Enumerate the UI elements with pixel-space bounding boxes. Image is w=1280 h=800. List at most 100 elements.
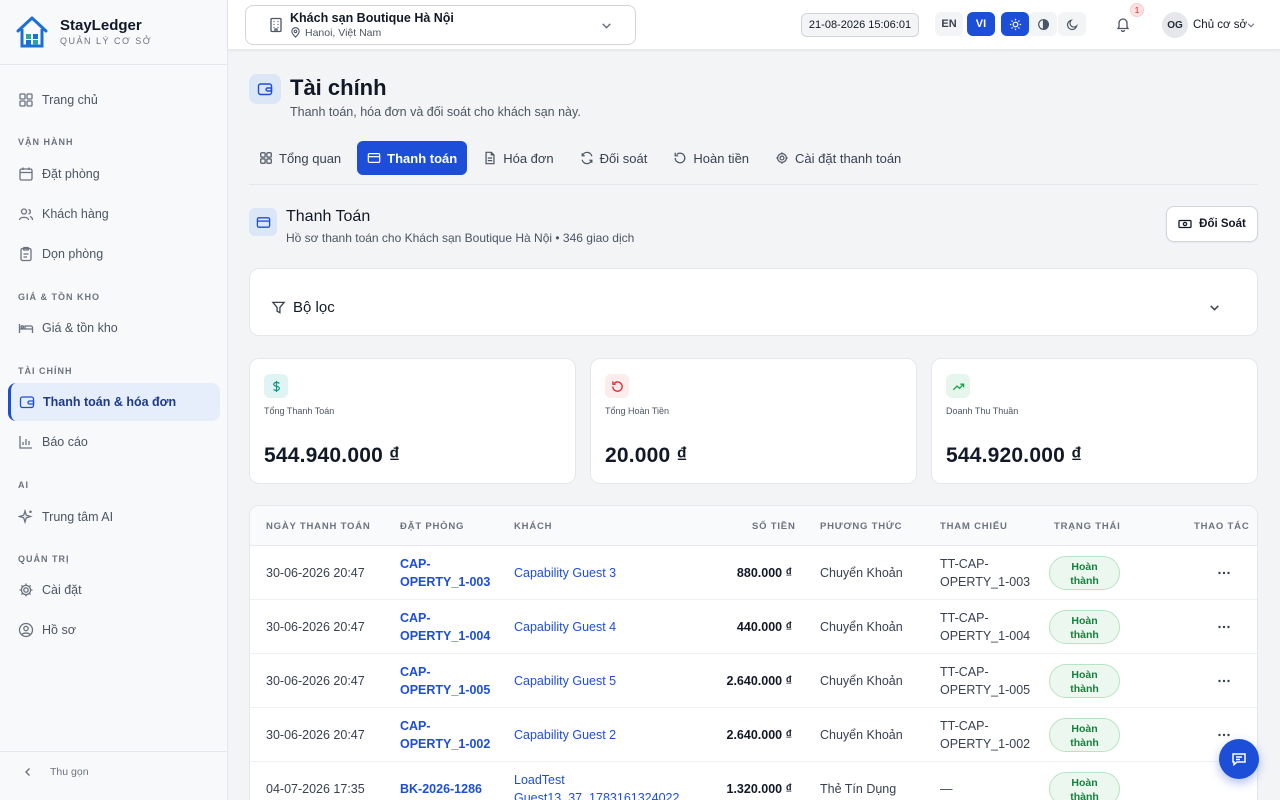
- tab-label: Cài đặt thanh toán: [795, 150, 902, 166]
- theme-light-button[interactable]: [1001, 12, 1029, 36]
- status-badge: Hoàn thành: [1049, 718, 1120, 752]
- table-row[interactable]: 30-06-2026 20:47 CAP- OPERTY_1-004 Capabi…: [250, 600, 1257, 654]
- bell-icon[interactable]: [1115, 16, 1131, 32]
- file-text-icon: [485, 151, 495, 165]
- tab-invoices[interactable]: Hóa đơn: [473, 141, 563, 175]
- guest-link[interactable]: Capability Guest 4: [514, 618, 616, 636]
- reference-line: OPERTY_1-003: [940, 575, 1031, 589]
- more-horizontal-icon[interactable]: [1217, 566, 1231, 580]
- table-row[interactable]: 30-06-2026 20:47 CAP- OPERTY_1-002 Capabi…: [250, 708, 1257, 762]
- section-subtitle: Hồ sơ thanh toán cho Khách sạn Boutique …: [286, 231, 635, 245]
- sidebar-item-label: Hồ sơ: [42, 623, 76, 637]
- sidebar-item-reports[interactable]: Báo cáo: [8, 423, 220, 461]
- booking-link[interactable]: BK-2026-1286: [400, 780, 482, 798]
- sidebar-item-settings[interactable]: Cài đặt: [8, 571, 220, 609]
- sidebar-section-finance: TÀI CHÍNH: [18, 366, 73, 376]
- trending-up-icon: [946, 374, 970, 398]
- stat-card-total-payments: Tổng Thanh Toán 544.940.000 ₫: [249, 358, 576, 484]
- tab-label: Thanh toán: [387, 150, 458, 166]
- banknote-icon: [1178, 219, 1192, 229]
- column-header-booking[interactable]: ĐẶT PHÒNG: [400, 521, 464, 532]
- chevron-left-icon: [25, 768, 30, 776]
- status-line: Hoàn: [1071, 615, 1098, 627]
- status-badge: Hoàn thành: [1049, 610, 1120, 644]
- cell-date: 30-06-2026 20:47: [266, 674, 365, 688]
- table-row[interactable]: 30-06-2026 20:47 CAP- OPERTY_1-003 Capabi…: [250, 546, 1257, 600]
- booking-link[interactable]: CAP- OPERTY_1-004: [400, 609, 490, 645]
- status-line: Hoàn: [1071, 669, 1098, 681]
- reference-line: TT-CAP-: [940, 665, 989, 679]
- sidebar-section-ai: AI: [18, 480, 29, 490]
- sidebar-item-ai-center[interactable]: Trung tâm AI: [8, 498, 220, 536]
- column-header-method[interactable]: PHƯƠNG THỨC: [820, 521, 902, 532]
- finance-tabs: Tổng quan Thanh toán Hóa đơn Đối soát Ho…: [249, 141, 917, 177]
- sidebar-item-profile[interactable]: Hồ sơ: [8, 611, 220, 649]
- lang-vi-button[interactable]: VI: [967, 12, 995, 36]
- guest-link[interactable]: Capability Guest 3: [514, 564, 616, 582]
- rotate-ccw-icon: [674, 152, 686, 164]
- column-header-amount[interactable]: SỐ TIỀN: [752, 521, 796, 532]
- filter-panel[interactable]: Bộ lọc: [249, 268, 1258, 336]
- chevron-down-icon[interactable]: [1246, 20, 1256, 30]
- house-logo-icon: [16, 16, 48, 48]
- cell-method: Chuyển Khoản: [820, 674, 903, 688]
- user-role[interactable]: Chủ cơ sở: [1193, 19, 1247, 31]
- brand[interactable]: StayLedger QUẢN LÝ CƠ SỞ: [0, 0, 227, 65]
- column-header-status[interactable]: TRẠNG THÁI: [1054, 521, 1121, 532]
- booking-link[interactable]: CAP- OPERTY_1-005: [400, 663, 490, 699]
- cell-reference: TT-CAP- OPERTY_1-004: [940, 609, 1030, 645]
- theme-dark-button[interactable]: [1058, 12, 1086, 36]
- table-row[interactable]: 30-06-2026 20:47 CAP- OPERTY_1-005 Capabi…: [250, 654, 1257, 708]
- sidebar-item-label: Dọn phòng: [42, 247, 104, 261]
- tab-label: Tổng quan: [279, 150, 342, 166]
- sidebar-item-payments[interactable]: Thanh toán & hóa đơn: [8, 383, 220, 421]
- hotel-location-text: Hanoi, Việt Nam: [305, 26, 382, 39]
- column-header-date[interactable]: NGÀY THANH TOÁN: [266, 521, 371, 532]
- status-badge: Hoàn thành: [1049, 664, 1120, 698]
- guest-link[interactable]: Capability Guest 2: [514, 726, 616, 744]
- grid-icon: [19, 93, 33, 107]
- sidebar-collapse-button[interactable]: Thu gọn: [22, 766, 89, 778]
- stat-card-net-revenue: Doanh Thu Thuần 544.920.000 ₫: [931, 358, 1258, 484]
- sidebar-item-housekeeping[interactable]: Dọn phòng: [8, 235, 220, 273]
- sidebar-item-pricing[interactable]: Giá & tồn kho: [8, 309, 220, 347]
- guest-link[interactable]: LoadTest Guest13_37_1783161324022: [514, 771, 679, 800]
- dollar-icon: [264, 374, 288, 398]
- users-icon: [18, 208, 34, 221]
- chevron-down-icon[interactable]: [1208, 301, 1221, 314]
- column-header-guest[interactable]: KHÁCH: [514, 521, 552, 532]
- reconcile-button[interactable]: Đối Soát: [1166, 206, 1258, 242]
- hotel-selector[interactable]: Khách sạn Boutique Hà Nội Hanoi, Việt Na…: [245, 5, 636, 45]
- chat-button[interactable]: [1219, 739, 1259, 779]
- stat-value: 20.000 ₫: [605, 444, 688, 467]
- theme-auto-button[interactable]: [1029, 12, 1057, 36]
- more-horizontal-icon[interactable]: [1217, 674, 1231, 688]
- tab-overview[interactable]: Tổng quan: [249, 141, 351, 175]
- booking-link[interactable]: CAP- OPERTY_1-003: [400, 555, 490, 591]
- more-horizontal-icon[interactable]: [1217, 620, 1231, 634]
- avatar[interactable]: OG: [1162, 12, 1188, 38]
- sidebar-item-label: Trang chủ: [42, 93, 98, 107]
- cell-method: Chuyển Khoản: [820, 566, 903, 580]
- table-row[interactable]: 04-07-2026 17:35 BK-2026-1286 LoadTest Gu…: [250, 762, 1257, 800]
- cell-amount: 880.000 ₫: [736, 566, 792, 580]
- reference-line: TT-CAP-: [940, 611, 989, 625]
- tab-refunds[interactable]: Hoàn tiền: [663, 141, 759, 175]
- column-header-reference[interactable]: THAM CHIẾU: [940, 521, 1008, 532]
- sidebar-item-home[interactable]: Trang chủ: [8, 81, 220, 119]
- collapse-label: Thu gọn: [50, 766, 89, 778]
- tab-reconcile[interactable]: Đối soát: [570, 141, 658, 175]
- lang-en-button[interactable]: EN: [935, 12, 963, 36]
- tab-payment-settings[interactable]: Cài đặt thanh toán: [765, 141, 911, 175]
- cell-date: 30-06-2026 20:47: [266, 566, 365, 580]
- message-square-icon: [1232, 753, 1246, 767]
- building-icon: [270, 17, 282, 33]
- sidebar-item-customers[interactable]: Khách hàng: [8, 195, 220, 233]
- booking-link[interactable]: CAP- OPERTY_1-002: [400, 717, 490, 753]
- cell-amount: 440.000 ₫: [736, 620, 792, 634]
- sidebar-item-bookings[interactable]: Đặt phòng: [8, 155, 220, 193]
- guest-link[interactable]: Capability Guest 5: [514, 672, 616, 690]
- more-horizontal-icon[interactable]: [1217, 728, 1231, 742]
- gear-icon: [776, 152, 788, 164]
- tab-payments[interactable]: Thanh toán: [357, 141, 468, 175]
